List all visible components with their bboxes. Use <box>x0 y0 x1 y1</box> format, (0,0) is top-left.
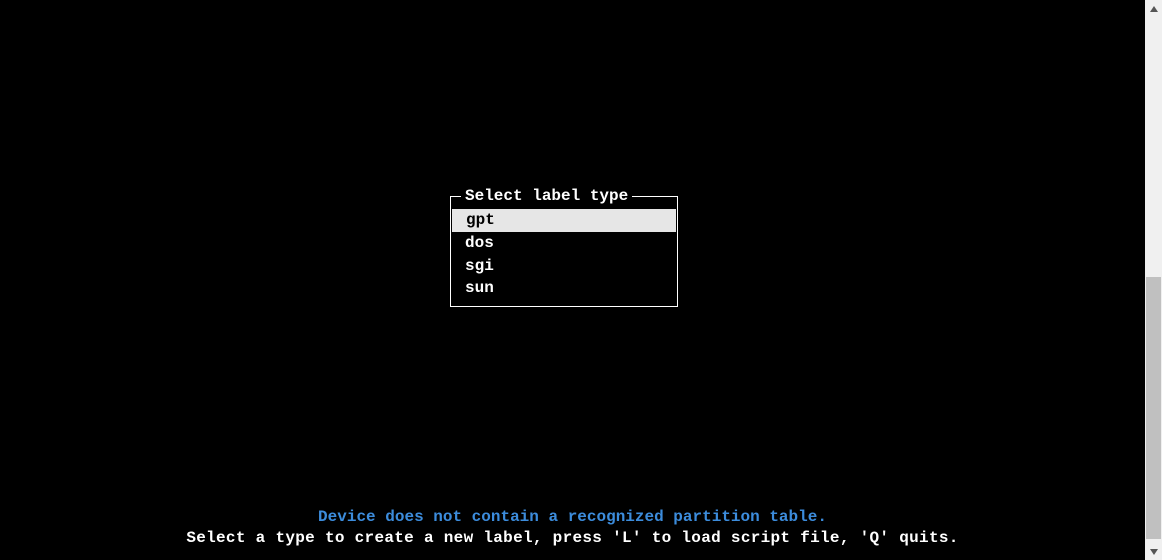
menu-item-gpt[interactable]: gpt <box>452 209 676 232</box>
status-area: Device does not contain a recognized par… <box>0 507 1145 550</box>
status-warning: Device does not contain a recognized par… <box>0 507 1145 529</box>
scrollbar-up-arrow-icon[interactable] <box>1145 0 1162 17</box>
dialog-title: Select label type <box>461 187 632 205</box>
menu-item-sun[interactable]: sun <box>451 277 677 300</box>
scrollbar-down-arrow-icon[interactable] <box>1145 543 1162 560</box>
vertical-scrollbar[interactable] <box>1145 0 1162 560</box>
status-instructions: Select a type to create a new label, pre… <box>0 528 1145 550</box>
scrollbar-track[interactable] <box>1145 17 1162 543</box>
scrollbar-thumb[interactable] <box>1146 277 1161 539</box>
menu-item-sgi[interactable]: sgi <box>451 255 677 278</box>
dialog-title-bar: Select label type <box>451 187 677 205</box>
dialog-menu: gpt dos sgi sun <box>451 197 677 306</box>
menu-item-dos[interactable]: dos <box>451 232 677 255</box>
select-label-type-dialog: Select label type gpt dos sgi sun <box>450 196 678 307</box>
terminal-window: Select label type gpt dos sgi sun Device… <box>0 0 1145 560</box>
